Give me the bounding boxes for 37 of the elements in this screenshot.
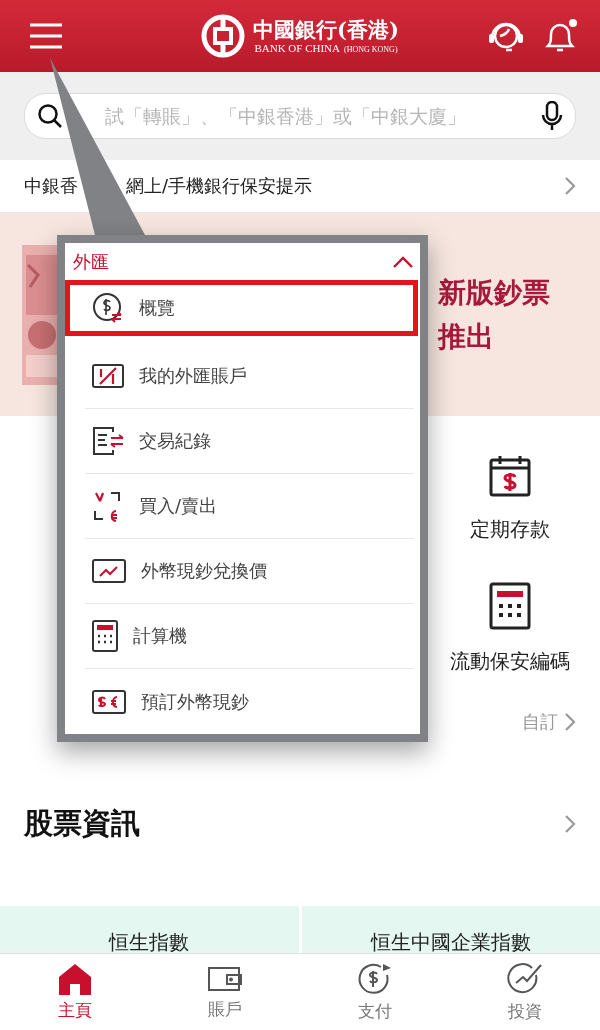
search-icon bbox=[37, 103, 63, 129]
chevron-right-icon bbox=[564, 176, 576, 196]
chevron-up-icon bbox=[392, 254, 414, 269]
nav-tab[interactable]: 支付 bbox=[300, 954, 450, 1030]
chevron-right-icon bbox=[564, 712, 576, 732]
section-header[interactable]: 外匯 bbox=[65, 243, 420, 280]
currency-card-icon bbox=[91, 362, 125, 390]
banner-headline: 推出 bbox=[438, 318, 495, 355]
chart-circle-icon bbox=[507, 961, 543, 996]
logo-icon bbox=[201, 14, 246, 58]
banknote-currency-icon bbox=[91, 687, 127, 716]
nav-tab[interactable]: 投資 bbox=[450, 954, 600, 1030]
calculator-icon bbox=[91, 619, 119, 653]
nav-tab[interactable]: 賬戶 bbox=[150, 954, 300, 1030]
logo-region: (HONG KONG) bbox=[344, 44, 398, 54]
nav-tab[interactable]: 主頁 bbox=[0, 954, 150, 1030]
microphone-icon[interactable] bbox=[541, 101, 563, 131]
dollar-cycle-icon bbox=[357, 961, 393, 996]
logo-text: 中國銀行(香港) bbox=[253, 18, 399, 42]
home-icon bbox=[58, 962, 92, 995]
notice-text[interactable]: 網上/手機銀行保安提示 bbox=[126, 174, 313, 198]
logo-subtitle: BANK OF CHINA bbox=[254, 41, 340, 54]
chevron-right-icon bbox=[564, 813, 576, 834]
quick-link-label[interactable]: 定期存款 bbox=[470, 516, 550, 543]
section-title: 股票資訊 bbox=[24, 804, 140, 842]
index-card[interactable]: 恒生中國企業指數 bbox=[301, 906, 600, 953]
banknote-chart-icon bbox=[91, 557, 127, 585]
calculator-icon bbox=[489, 582, 531, 630]
menu-item[interactable]: 概覽 bbox=[65, 280, 418, 336]
quick-link-label[interactable]: 流動保安編碼 bbox=[450, 648, 570, 675]
banner-headline: 新版鈔票 bbox=[438, 274, 550, 311]
menu-icon[interactable] bbox=[28, 23, 64, 49]
list-exchange-icon bbox=[91, 426, 125, 456]
index-card[interactable]: 恒生指數 bbox=[0, 906, 299, 953]
search-bar[interactable]: 試「轉賬」、「中銀香港」或「中銀大廈」 bbox=[24, 93, 576, 139]
calendar-dollar-icon bbox=[488, 454, 532, 498]
notice-text[interactable]: 中銀香 bbox=[24, 174, 78, 198]
